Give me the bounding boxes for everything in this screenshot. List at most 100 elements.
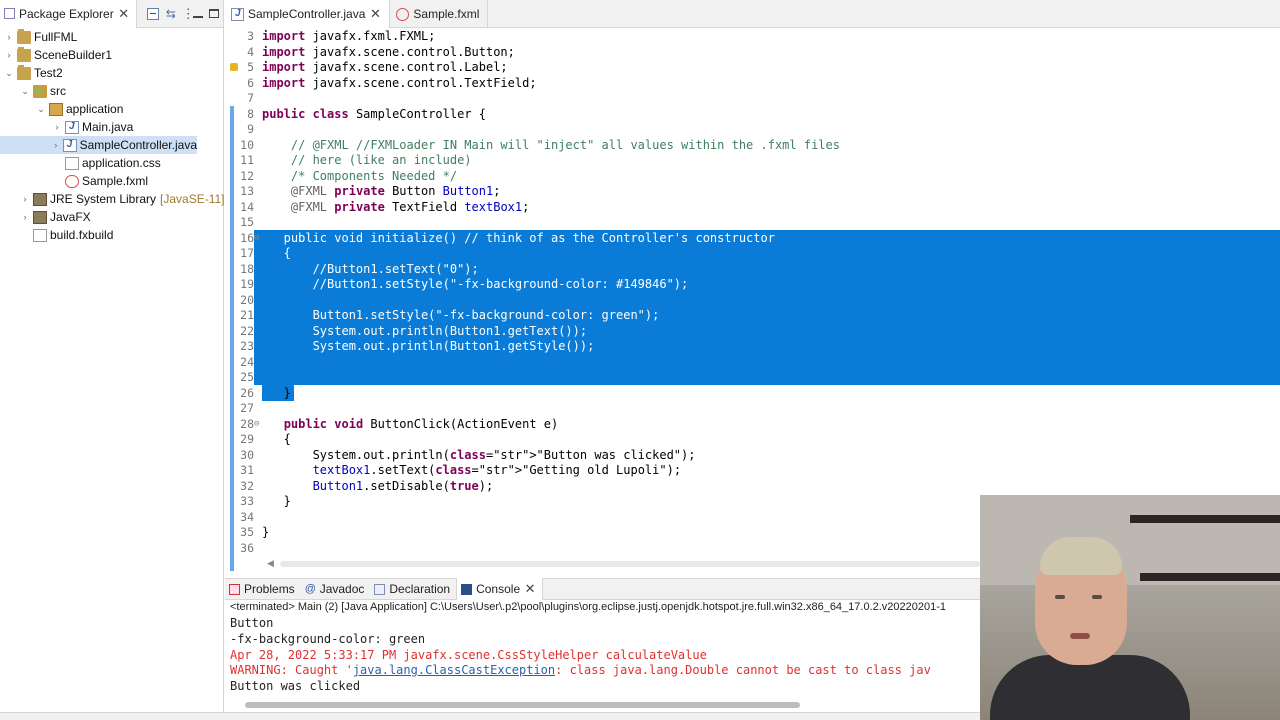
code-line[interactable]: 17 { (225, 245, 1280, 261)
warning-icon[interactable] (230, 63, 238, 71)
code-text: } (262, 494, 291, 508)
view-menu-icon[interactable] (182, 6, 195, 22)
code-line[interactable]: 22 System.out.println(Button1.getText())… (225, 322, 1280, 339)
console-icon (461, 583, 473, 595)
code-text: public void initialize() // think of as … (262, 230, 775, 245)
project-icon (17, 28, 31, 44)
code-line[interactable]: 10 // @FXML //FXMLoader IN Main will "in… (225, 137, 1280, 153)
code-line[interactable]: 24 (225, 353, 1280, 370)
code-line[interactable]: 18 //Button1.setText("0"); (225, 260, 1280, 277)
declaration-icon (374, 583, 386, 595)
close-icon[interactable]: ✕ (524, 582, 536, 595)
code-line[interactable]: 27 (225, 400, 1280, 416)
fxml-file-icon (396, 7, 410, 21)
tab-javadoc[interactable]: @ Javadoc (301, 578, 371, 600)
tree-item[interactable]: ⌄ src (0, 82, 66, 100)
tab-console[interactable]: Console ✕ (456, 578, 544, 600)
tree-item[interactable]: › Main.java (0, 118, 134, 136)
tab-package-explorer[interactable]: Package Explorer ✕ (0, 0, 137, 28)
link-with-editor-icon[interactable]: ⇆ (165, 8, 177, 20)
code-line[interactable]: 11 // here (like an include) (225, 152, 1280, 168)
webcam-shelf (1130, 515, 1280, 523)
tree-item[interactable]: › JavaFX (0, 208, 91, 226)
tree-item[interactable]: application.css (0, 154, 161, 172)
code-line[interactable]: 19 //Button1.setStyle("-fx-background-co… (225, 276, 1280, 292)
chevron-right-icon[interactable]: › (51, 140, 61, 150)
fold-collapse-icon[interactable]: ⊖ (254, 416, 262, 432)
code-line[interactable]: 9 (225, 121, 1280, 137)
tree-item[interactable]: ⌄ Test2 (0, 64, 63, 82)
code-line[interactable]: 14 @FXML private TextField textBox1; (225, 199, 1280, 215)
code-line[interactable]: 7 (225, 90, 1280, 106)
console-horizontal-scrollbar[interactable] (245, 702, 800, 708)
tree-item[interactable]: › JRE System Library [JavaSE-11] (0, 190, 225, 208)
code-line[interactable]: 31 textBox1.setText(class="str">"Getting… (225, 462, 1280, 478)
code-line[interactable]: 26 } (225, 385, 1280, 401)
code-line[interactable]: 12 /* Components Needed */ (225, 168, 1280, 184)
editor-horizontal-scrollbar[interactable] (280, 561, 980, 567)
tree-item-decoration: [JavaSE-11] (160, 192, 225, 206)
tab-samplecontroller-java[interactable]: SampleController.java ✕ (225, 0, 391, 28)
tree-item[interactable]: › SampleController.java (0, 136, 197, 154)
code-line[interactable]: 23 System.out.println(Button1.getStyle()… (225, 338, 1280, 354)
tree-item-label: Test2 (34, 66, 63, 80)
tab-declaration[interactable]: Declaration (370, 578, 456, 600)
chevron-right-icon[interactable]: › (19, 194, 31, 204)
chevron-right-icon[interactable]: › (51, 122, 63, 132)
tree-item-label: SampleController.java (79, 138, 197, 152)
code-line[interactable]: 3 import javafx.fxml.FXML; (225, 28, 1280, 44)
minimize-icon[interactable] (192, 10, 203, 18)
code-line[interactable]: 16 ⊖ public void initialize() // think of… (225, 229, 1280, 246)
tree-item-label: application (66, 102, 124, 116)
tree-item-label: JRE System Library (50, 192, 157, 206)
chevron-right-icon[interactable]: › (3, 50, 15, 60)
close-icon[interactable]: ✕ (369, 7, 381, 20)
code-text: Button1.setStyle("-fx-background-color: … (262, 308, 660, 322)
chevron-right-icon[interactable]: › (19, 212, 31, 222)
code-line[interactable]: 21 Button1.setStyle("-fx-background-colo… (225, 307, 1280, 323)
chevron-right-icon[interactable]: › (3, 32, 15, 42)
tree-item[interactable]: › SceneBuilder1 (0, 46, 112, 64)
collapse-all-icon[interactable] (146, 7, 159, 20)
code-text: import javafx.scene.control.Label; (262, 60, 508, 74)
fold-collapse-icon[interactable]: ⊖ (254, 230, 262, 246)
code-line[interactable]: 5 import javafx.scene.control.Label; (225, 59, 1280, 75)
console-text: : class java.lang.Double cannot be cast … (555, 663, 931, 677)
exception-link[interactable]: java.lang.ClassCastException (353, 663, 555, 677)
tree-item-label: Sample.fxml (82, 174, 149, 188)
maximize-icon[interactable] (208, 9, 219, 18)
code-text: public class SampleController { (262, 106, 486, 121)
code-line[interactable]: 13 @FXML private Button Button1; (225, 183, 1280, 199)
code-line[interactable]: 6 import javafx.scene.control.TextField; (225, 75, 1280, 91)
code-line[interactable]: 30 System.out.println(class="str">"Butto… (225, 447, 1280, 463)
chevron-down-icon[interactable]: ⌄ (19, 86, 31, 97)
tree-item[interactable]: › FullFML (0, 28, 77, 46)
code-line[interactable]: 29 { (225, 431, 1280, 447)
code-line[interactable]: 28 ⊖ public void ButtonClick(ActionEvent … (225, 416, 1280, 432)
code-line[interactable]: 20 (225, 291, 1280, 308)
package-explorer: Package Explorer ✕ ⇆ › FullFML › SceneBuild… (0, 0, 225, 712)
chevron-down-icon[interactable]: ⌄ (3, 68, 15, 79)
code-text: //Button1.setStyle("-fx-background-color… (262, 277, 689, 291)
code-line[interactable]: 25 (225, 369, 1280, 385)
tab-label: Javadoc (319, 582, 365, 596)
code-editor[interactable]: 3 import javafx.fxml.FXML; 4 import javafx.… (225, 28, 1280, 571)
code-text: System.out.println(class="str">"Button w… (262, 447, 696, 462)
close-icon[interactable]: ✕ (118, 7, 130, 20)
code-line[interactable]: 4 import javafx.scene.control.Button; (225, 44, 1280, 60)
tree-item[interactable]: build.fxbuild (0, 226, 113, 244)
code-line[interactable]: 15 (225, 214, 1280, 230)
tab-sample-fxml[interactable]: Sample.fxml (390, 0, 489, 28)
console-text: WARNING: Caught ' (230, 663, 353, 677)
chevron-down-icon[interactable]: ⌄ (35, 104, 47, 115)
code-line[interactable]: 8 public class SampleController { (225, 106, 1280, 122)
tree-item-label: application.css (82, 156, 161, 170)
tab-label: Console (476, 582, 521, 596)
code-text: } (262, 385, 291, 400)
source-folder-icon (33, 84, 47, 98)
code-line[interactable]: 32 Button1.setDisable(true); (225, 478, 1280, 494)
tree-item[interactable]: Sample.fxml (0, 172, 148, 190)
tab-problems[interactable]: Problems (225, 578, 301, 600)
tree-item[interactable]: ⌄ application (0, 100, 123, 118)
scroll-left-icon[interactable]: ◀ (267, 558, 274, 569)
